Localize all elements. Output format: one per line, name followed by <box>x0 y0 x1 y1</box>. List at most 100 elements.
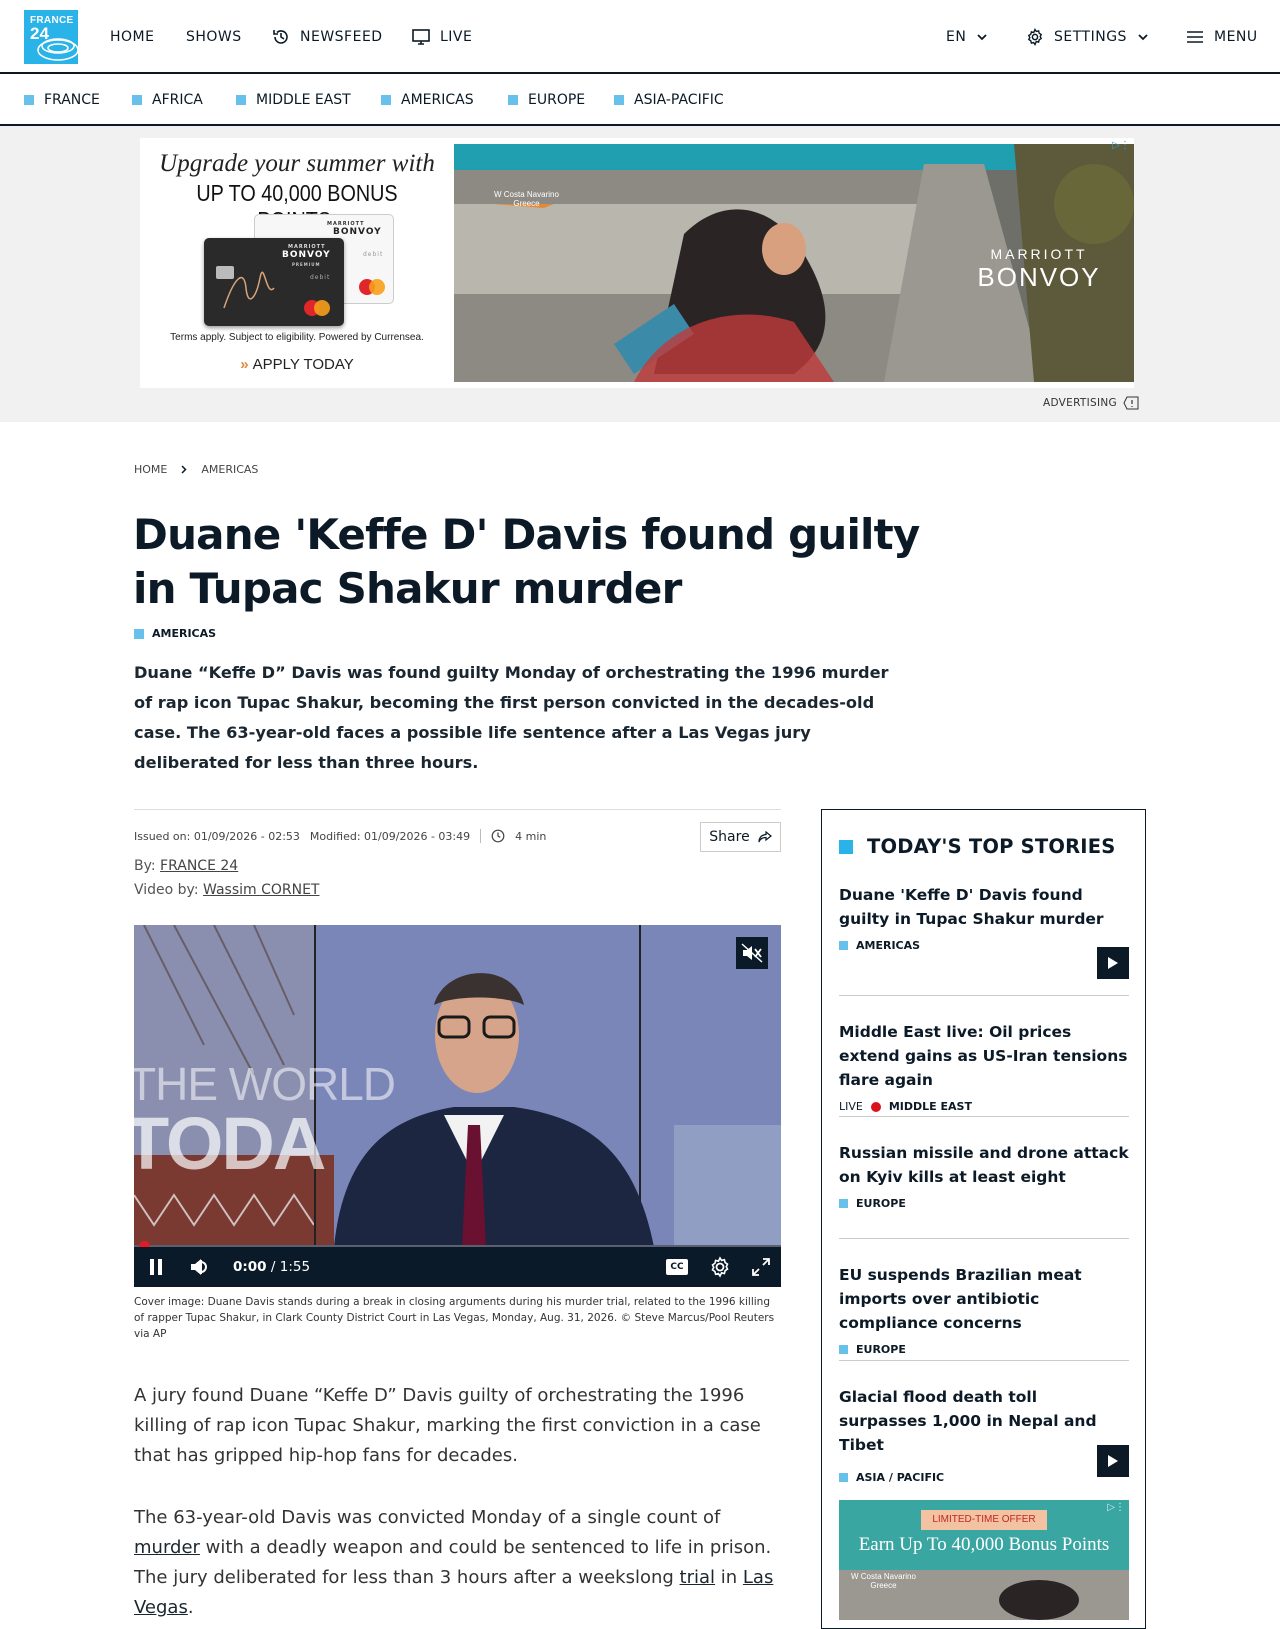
ad-apply-button[interactable]: » APPLY TODAY <box>140 356 454 373</box>
article-paragraph-2: The 63-year-old Davis was convicted Mond… <box>134 1503 789 1623</box>
bullet-square-icon <box>132 95 142 105</box>
ad-brand-top: MARRIOTT <box>990 246 1088 262</box>
time-total: 1:55 <box>279 1259 311 1275</box>
settings-button[interactable]: SETTINGS <box>1026 26 1149 48</box>
bullet-square-icon <box>839 1473 848 1482</box>
report-ad-icon[interactable] <box>1123 396 1139 410</box>
author-link[interactable]: FRANCE 24 <box>160 858 238 874</box>
story-item[interactable]: Russian missile and drone attack on Kyiv… <box>839 1141 1129 1210</box>
region-label: ASIA-PACIFIC <box>634 92 724 108</box>
play-video-button[interactable] <box>1097 1445 1129 1477</box>
region-europe[interactable]: EUROPE <box>508 92 585 108</box>
region-americas[interactable]: AMERICAS <box>381 92 474 108</box>
adchoices-icon[interactable]: ▷⋮ <box>1107 1502 1125 1513</box>
ad-badge: LIMITED-TIME OFFER <box>921 1510 1047 1530</box>
video-byline: Video by: Wassim CORNET <box>134 882 319 898</box>
article-tag[interactable]: AMERICAS <box>134 627 216 640</box>
chevron-down-icon <box>977 34 987 41</box>
live-label: LIVE <box>839 1100 863 1113</box>
story-item[interactable]: Middle East live: Oil prices extend gain… <box>839 1020 1129 1113</box>
hamburger-icon <box>1187 31 1203 43</box>
live-dot-icon <box>870 1101 881 1112</box>
play-icon <box>1108 957 1118 969</box>
adchoices-icon[interactable]: ▷⋮ <box>1112 140 1130 151</box>
breadcrumb-home[interactable]: HOME <box>134 463 167 476</box>
story-category: ASIA / PACIFIC <box>839 1471 1129 1484</box>
language-selector[interactable]: EN <box>946 26 988 48</box>
video-time: 0:00 / 1:55 <box>233 1259 311 1275</box>
ad-location-line2: Greece <box>870 1581 897 1590</box>
breadcrumb: HOME AMERICAS <box>134 463 258 476</box>
link-trial[interactable]: trial <box>680 1567 716 1588</box>
gear-icon[interactable] <box>709 1256 731 1278</box>
story-category: LIVE MIDDLE EAST <box>839 1100 1129 1113</box>
volume-icon[interactable] <box>189 1257 211 1277</box>
story-category-label: ASIA / PACIFIC <box>856 1471 945 1484</box>
story-category: EUROPE <box>839 1343 1129 1356</box>
france24-logo[interactable]: FRANCE 24 <box>24 10 78 64</box>
chevron-down-icon <box>1138 34 1148 41</box>
pause-icon[interactable] <box>148 1258 164 1276</box>
nav-live[interactable]: LIVE <box>412 26 472 48</box>
byline: By: FRANCE 24 <box>134 858 238 874</box>
advertisement-banner[interactable]: Upgrade your summer with UP TO 40,000 BO… <box>140 138 1134 388</box>
nav-newsfeed[interactable]: NEWSFEED <box>272 26 383 48</box>
share-button[interactable]: Share <box>700 822 781 852</box>
nav-home[interactable]: HOME <box>110 26 154 48</box>
clock-icon <box>491 829 505 843</box>
bullet-square-icon <box>508 95 518 105</box>
ad-headline-italic: Upgrade your summer with <box>159 150 435 177</box>
story-title[interactable]: Middle East live: Oil prices extend gain… <box>839 1020 1129 1092</box>
region-label: EUROPE <box>528 92 586 108</box>
region-africa[interactable]: AFRICA <box>132 92 203 108</box>
bullet-square-icon <box>839 1345 848 1354</box>
region-france[interactable]: FRANCE <box>24 92 100 108</box>
card-debit: debit <box>363 251 384 258</box>
article-title: Duane 'Keffe D' Davis found guilty in Tu… <box>133 510 920 613</box>
story-title[interactable]: Glacial flood death toll surpasses 1,000… <box>839 1385 1129 1457</box>
advertising-label: ADVERTISING <box>1043 396 1139 410</box>
story-item[interactable]: Duane 'Keffe D' Davis found guilty in Tu… <box>839 883 1129 979</box>
paragraph-text: The 63-year-old Davis was convicted Mond… <box>134 1507 721 1528</box>
settings-label: SETTINGS <box>1054 29 1127 45</box>
bullet-square-icon <box>614 95 624 105</box>
nav-shows[interactable]: SHOWS <box>186 26 242 48</box>
bullet-square-icon <box>134 628 144 639</box>
fullscreen-icon[interactable] <box>751 1257 771 1277</box>
chevron-right-icon <box>181 465 187 474</box>
share-arrow-icon <box>758 831 772 843</box>
card-brand: BONVOY <box>333 227 382 237</box>
region-asia-pacific[interactable]: ASIA-PACIFIC <box>614 92 724 108</box>
story-title[interactable]: Duane 'Keffe D' Davis found guilty in Tu… <box>839 883 1129 931</box>
article-lead: Duane “Keffe D” Davis was found guilty M… <box>134 663 889 772</box>
sidebar-advertisement[interactable]: LIMITED-TIME OFFER Earn Up To 40,000 Bon… <box>839 1500 1129 1620</box>
ad-terms: Terms apply. Subject to eligibility. Pow… <box>170 332 424 343</box>
video-player[interactable]: THE WORLD TODA 0:00 / 1:55 CC <box>134 925 781 1287</box>
story-category-label: AMERICAS <box>856 939 921 952</box>
story-title[interactable]: EU suspends Brazilian meat imports over … <box>839 1263 1129 1335</box>
cc-button[interactable]: CC <box>666 1259 688 1275</box>
ad-brand: BONVOY <box>977 262 1101 292</box>
unmute-button[interactable] <box>736 937 768 969</box>
paragraph-text: . <box>187 1597 194 1618</box>
logo-line2: 24 <box>30 24 49 43</box>
bullet-square-icon <box>381 95 391 105</box>
double-chevron-icon: » <box>240 356 249 373</box>
mastercard-orange-icon <box>314 300 330 316</box>
article-paragraph-1: A jury found Duane “Keffe D” Davis guilt… <box>134 1385 761 1466</box>
link-murder[interactable]: murder <box>134 1537 200 1558</box>
video-author-link[interactable]: Wassim CORNET <box>203 882 319 898</box>
region-middle-east[interactable]: MIDDLE EAST <box>236 92 351 108</box>
article-tag-label: AMERICAS <box>152 627 217 640</box>
menu-button[interactable]: MENU <box>1186 26 1258 48</box>
sidebar-title: TODAY'S TOP STORIES <box>839 835 1116 858</box>
article-meta: Issued on: 01/09/2026 - 02:53 Modified: … <box>134 829 546 843</box>
breadcrumb-section[interactable]: AMERICAS <box>201 463 258 476</box>
advertising-text: ADVERTISING <box>1043 397 1117 409</box>
story-item[interactable]: EU suspends Brazilian meat imports over … <box>839 1263 1129 1356</box>
ad-location-line2: Greece <box>513 199 540 208</box>
story-title[interactable]: Russian missile and drone attack on Kyiv… <box>839 1141 1129 1189</box>
site-header: FRANCE 24 HOME SHOWS NEWSFEED LIVE EN SE… <box>0 0 1280 74</box>
play-video-button[interactable] <box>1097 947 1129 979</box>
story-item[interactable]: Glacial flood death toll surpasses 1,000… <box>839 1385 1129 1484</box>
